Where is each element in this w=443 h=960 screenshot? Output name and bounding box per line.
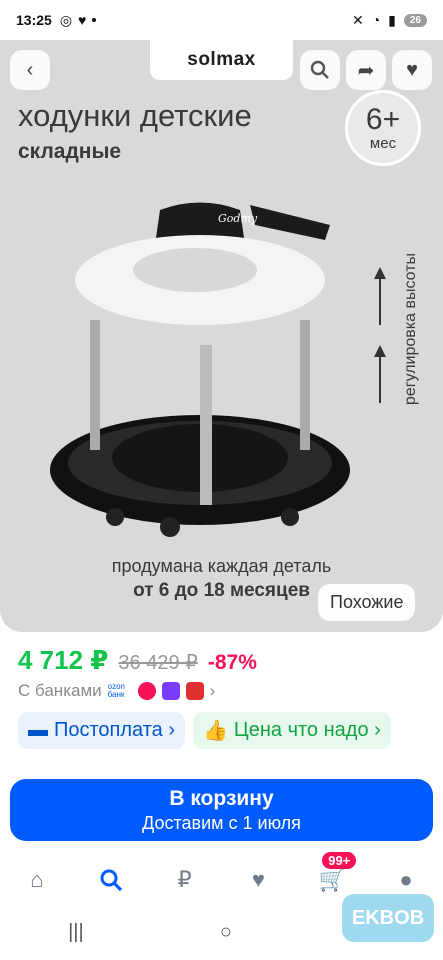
product-subline: складные <box>18 140 122 163</box>
home-icon: ⌂ <box>30 867 44 892</box>
chevron-left-icon: ‹ <box>26 58 34 81</box>
cart-subtitle: Доставим с 1 июля <box>142 813 301 833</box>
cart-title: В корзину <box>169 787 274 810</box>
similar-button[interactable]: Похожие <box>318 584 416 621</box>
heart-icon: ♥ <box>78 12 87 28</box>
heart-outline-icon: ♥ <box>406 58 418 81</box>
dot-icon <box>92 18 97 22</box>
product-gallery[interactable]: solmax ‹ ➦ ♥ ходунки детские складные 6+… <box>0 40 443 632</box>
old-price: 36 429 ₽ <box>118 652 198 674</box>
system-icons: ✕ ◔ ▮ 26 <box>352 12 427 29</box>
age-unit: мес <box>369 134 397 152</box>
heart-icon: ♥ <box>251 867 265 892</box>
share-icon: ➦ <box>357 59 375 82</box>
chevron-right-icon: › <box>209 681 216 700</box>
thumbs-up-icon: 👍 <box>203 720 228 742</box>
search-icon <box>100 869 122 892</box>
cart-icon: 🛒 <box>318 867 346 892</box>
chips-row: ▬ Постоплата › 👍 Цена что надо › <box>18 712 391 749</box>
height-arrows-icon <box>374 267 386 403</box>
instagram-icon: ◎ <box>59 11 73 28</box>
tab-finance[interactable]: ₽ <box>165 862 205 898</box>
tab-home[interactable]: ⌂ <box>17 862 57 898</box>
mute-icon: ✕ <box>351 11 364 28</box>
status-time: 13:25 <box>16 12 52 28</box>
caption-line1: продумана каждая деталь <box>111 556 332 576</box>
product-logo-text: Godmy <box>218 212 258 225</box>
user-icon: ● <box>399 867 413 892</box>
baby-walker-image: Godmy <box>50 202 350 537</box>
tab-favorites[interactable]: ♥ <box>238 862 278 898</box>
postpay-chip[interactable]: ▬ Постоплата › <box>18 712 186 749</box>
cart-badge: 99+ <box>322 852 357 869</box>
tab-catalog[interactable] <box>91 862 131 898</box>
tab-cart[interactable]: 🛒 99+ <box>312 852 357 898</box>
watermark-logo: EKBOB <box>340 892 436 944</box>
wifi-icon: ◔ <box>371 12 381 28</box>
bank-offers[interactable]: С банками ozon банк › <box>18 681 215 701</box>
bank-logo-icon <box>161 682 180 700</box>
brand-label[interactable]: solmax <box>150 40 293 80</box>
home-button-icon[interactable]: ○ <box>220 921 232 944</box>
signal-icon: ▮ <box>388 11 396 28</box>
product-headline: ходунки детские <box>18 98 252 133</box>
status-bar: 13:25 ◎ ♥ ✕ ◔ ▮ 26 <box>0 0 443 40</box>
battery-badge: 26 <box>403 13 427 27</box>
age-badge: 6+ мес <box>345 90 421 166</box>
bank-logo-icon <box>137 682 156 700</box>
good-price-chip[interactable]: 👍 Цена что надо › <box>193 712 391 749</box>
ruble-icon: ₽ <box>177 867 192 892</box>
add-to-cart-button[interactable]: В корзину Доставим с 1 июля <box>10 779 433 841</box>
ozon-bank-logo: ozon банк <box>107 682 125 699</box>
recents-icon[interactable]: ||| <box>68 921 84 944</box>
discount-badge: -87% <box>207 651 257 674</box>
search-icon <box>310 60 329 79</box>
bank-logo-icon <box>185 682 204 700</box>
back-button[interactable]: ‹ <box>10 50 50 90</box>
favorite-button[interactable]: ♥ <box>392 50 432 90</box>
current-price: 4 712 ₽ <box>18 645 109 675</box>
height-adjust-label: регулировка высоты <box>402 252 419 406</box>
notification-icons: ◎ ♥ <box>60 12 97 29</box>
price-row: 4 712 ₽ 36 429 ₽ -87% <box>18 645 257 676</box>
banks-label: С банками <box>18 681 102 700</box>
age-number: 6+ <box>365 102 401 136</box>
good-price-label: Цена что надо › <box>233 719 381 741</box>
postpay-label: Постоплата › <box>54 719 176 741</box>
search-button[interactable] <box>300 50 340 90</box>
card-icon: ▬ <box>28 719 48 741</box>
share-button[interactable]: ➦ <box>346 50 386 90</box>
